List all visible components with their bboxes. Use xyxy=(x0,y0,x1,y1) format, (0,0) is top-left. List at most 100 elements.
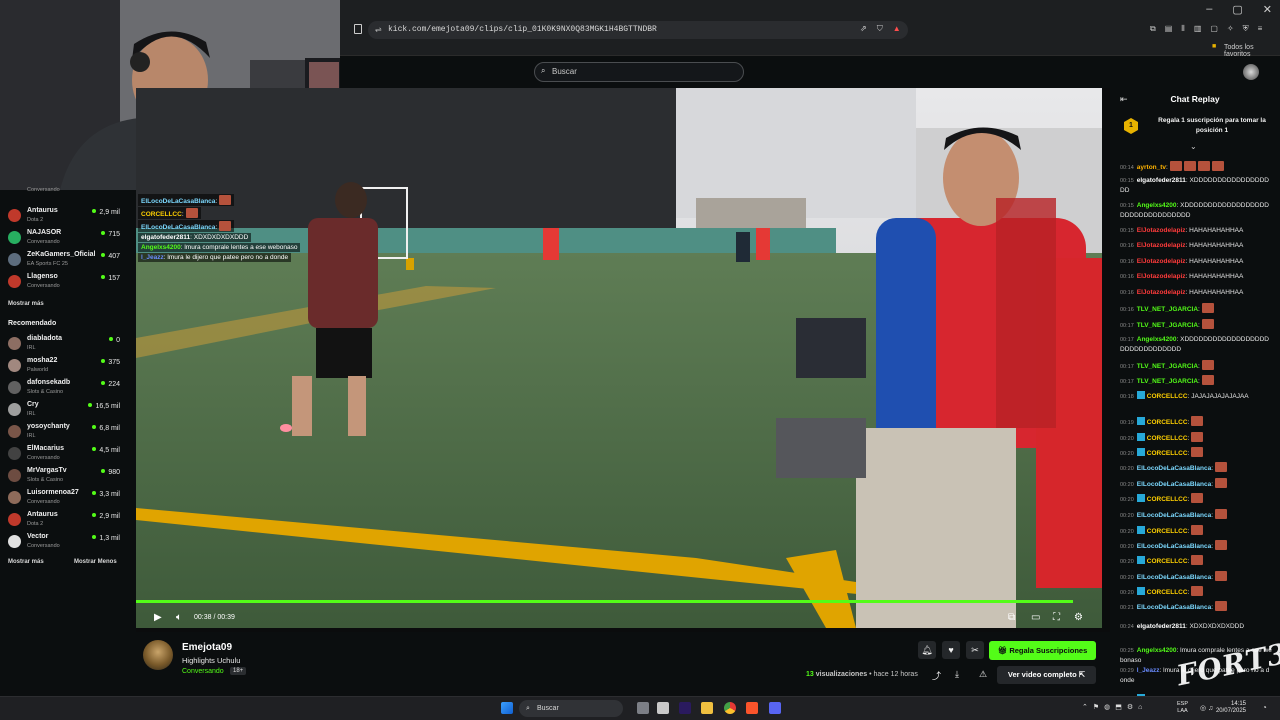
clock[interactable]: 14:15 20/07/2025 xyxy=(1216,701,1246,715)
notification-bell-icon[interactable]: 🔔︎ xyxy=(918,641,936,659)
video-player[interactable] xyxy=(136,88,1102,628)
pip-icon[interactable]: ⧉ xyxy=(1008,612,1015,623)
share-icon[interactable]: ⤴ xyxy=(932,669,941,682)
discord-icon[interactable] xyxy=(769,702,781,714)
chat-username[interactable]: ayrton_tv xyxy=(1137,164,1166,171)
chat-username[interactable]: ElLocoDeLaCasaBlanca xyxy=(1137,604,1211,611)
chat-username[interactable]: elgatofeder2811 xyxy=(1137,623,1186,630)
chat-username[interactable]: ElJotazodelapiz xyxy=(1137,258,1186,265)
sidebar-item-elmacarius[interactable]: ElMacarius Conversando 4,5 mil xyxy=(8,444,120,464)
extension-alert-icon[interactable]: ▲ xyxy=(893,24,901,34)
sidebar-item-partial[interactable]: Conversando xyxy=(8,182,120,202)
chat-username[interactable]: ElJotazodelapiz xyxy=(1137,227,1186,234)
chat-username[interactable]: CORCELLCC xyxy=(1147,450,1188,457)
leo-icon[interactable]: ✧ xyxy=(1227,24,1234,34)
pinned-gift-banner[interactable]: 1 Regala 1 suscripción para tomar la pos… xyxy=(1116,112,1274,144)
minimize-button[interactable]: – xyxy=(1206,3,1212,16)
chat-username[interactable]: ElLocoDeLaCasaBlanca xyxy=(1137,512,1211,519)
theater-icon[interactable]: ▭ xyxy=(1031,612,1040,623)
chat-username[interactable]: l_Jeazz xyxy=(1137,667,1160,674)
chat-username[interactable]: ElJotazodelapiz xyxy=(1137,273,1186,280)
premiere-icon[interactable] xyxy=(679,702,691,714)
fullscreen-icon[interactable]: ⛶ xyxy=(1053,612,1060,623)
chat-username[interactable]: CORCELLCC xyxy=(1147,496,1188,503)
sidebar-item-cry[interactable]: Cry IRL 16,5 mil xyxy=(8,400,120,420)
sidebar-item-mosha22[interactable]: mosha22 Palworld 375 xyxy=(8,356,120,376)
file-explorer-icon[interactable] xyxy=(701,702,713,714)
sidebar-item-zekagamers[interactable]: ZeKaGamers_Oficial EA Sports FC 25 407 xyxy=(8,250,120,270)
share-icon[interactable]: ⇗ xyxy=(860,24,867,34)
sidebar-item-mrvargastv[interactable]: MrVargasTv Slots & Casino 980 xyxy=(8,466,120,486)
chat-username[interactable]: CORCELLCC xyxy=(1147,589,1188,596)
show-more-link-2[interactable]: Mostrar más xyxy=(8,559,44,565)
chat-username[interactable]: ElLocoDeLaCasaBlanca xyxy=(1137,465,1211,472)
chat-username[interactable]: TLV_NET_JGARCIA xyxy=(1137,363,1198,370)
vpn-icon[interactable]: ⛨ xyxy=(1243,24,1249,34)
language-indicator[interactable]: ESP LAA xyxy=(1177,701,1188,715)
avatar[interactable] xyxy=(143,640,173,670)
chat-username[interactable]: ElLocoDeLaCasaBlanca xyxy=(1137,481,1211,488)
brave-icon[interactable] xyxy=(746,702,758,714)
sidebar-item-antaurus[interactable]: Antaurus Dota 2 2,9 mil xyxy=(8,206,120,226)
show-more-link[interactable]: Mostrar más xyxy=(8,301,44,307)
sidebar-item-vector[interactable]: Vector Conversando 1,3 mil xyxy=(8,532,120,552)
task-view-icon[interactable] xyxy=(637,702,649,714)
chat-username[interactable]: Angelxs4200 xyxy=(1137,202,1177,209)
chat-username[interactable]: TLV_NET_JGARCIA xyxy=(1137,306,1198,313)
play-icon[interactable]: ▶ xyxy=(154,612,162,623)
chat-username[interactable]: Angelxs4200 xyxy=(1137,336,1177,343)
shield-icon[interactable]: ⛉ xyxy=(877,24,883,34)
chat-username[interactable]: ElLocoDeLaCasaBlanca xyxy=(1137,574,1211,581)
download-icon[interactable]: ⤓ xyxy=(955,669,959,680)
volume-icon[interactable]: 🔈︎ xyxy=(176,612,182,623)
chat-username[interactable]: Angelxs4200 xyxy=(1137,647,1177,654)
start-icon[interactable] xyxy=(501,702,513,714)
chat-username[interactable]: TLV_NET_JGARCIA xyxy=(1137,322,1198,329)
chat-username[interactable]: ElJotazodelapiz xyxy=(1137,242,1186,249)
chat-username[interactable]: elgatofeder2811 xyxy=(1137,177,1186,184)
notifications-icon[interactable]: ◔ xyxy=(1262,703,1267,712)
sidebar-item-luisormenoa27[interactable]: Luisormenoa27 Conversando 3,3 mil xyxy=(8,488,120,508)
url-bar[interactable]: kick.com/emejota09/clips/clip_01K0K9NX0Q… xyxy=(368,21,908,39)
bookmarks-icon[interactable]: ⦀ xyxy=(1181,24,1185,34)
video-progress-bar[interactable] xyxy=(136,600,1074,603)
chat-username[interactable]: CORCELLCC xyxy=(1147,558,1188,565)
taskbar-search-input[interactable]: Buscar xyxy=(519,700,623,717)
clip-icon[interactable]: ✂ xyxy=(966,641,984,659)
stream-category[interactable]: Conversando xyxy=(182,668,224,675)
widgets-icon[interactable] xyxy=(657,702,669,714)
chat-username[interactable]: CORCELLCC xyxy=(1147,393,1188,400)
streamer-name[interactable]: Emejota09 xyxy=(182,642,232,653)
chevron-down-icon[interactable]: ⌄ xyxy=(1190,142,1197,151)
tray-icons[interactable]: ⌃⚑◍⬒⚙⌂ xyxy=(1082,703,1147,711)
settings-icon[interactable]: ⚙ xyxy=(1074,612,1083,623)
wallet-icon[interactable]: ▢ xyxy=(1210,24,1218,34)
chat-username[interactable]: CORCELLCC xyxy=(1147,435,1188,442)
sidebar-item-diabladota[interactable]: diabladota IRL 0 xyxy=(8,334,120,354)
chat-username[interactable]: ElJotazodelapiz xyxy=(1137,289,1186,296)
sidebar-item-yosoychanty[interactable]: yosoychanty IRL 6,8 mil xyxy=(8,422,120,442)
show-less-link[interactable]: Mostrar Menos xyxy=(74,559,117,565)
gift-subscriptions-button[interactable]: 🎁︎ Regala Suscripciones xyxy=(989,641,1096,660)
report-icon[interactable]: ⚠ xyxy=(979,669,987,680)
sidebar-item-antaurus-2[interactable]: Antaurus Dota 2 2,9 mil xyxy=(8,510,120,530)
network-icon[interactable]: ◎ ♫ xyxy=(1200,704,1213,712)
search-input[interactable]: Buscar xyxy=(534,62,744,82)
sidebar-item-dafonsekadb[interactable]: dafonsekadb Slots & Casino 224 xyxy=(8,378,120,398)
sidebar-item-najasor[interactable]: NAJASOR Conversando 715 xyxy=(8,228,120,248)
extensions-icon[interactable]: ⧉ xyxy=(1150,24,1156,34)
chat-username[interactable]: TLV_NET_JGARCIA xyxy=(1137,378,1198,385)
full-video-button[interactable]: Ver video completo ⇱ xyxy=(997,666,1096,684)
user-avatar[interactable] xyxy=(1243,64,1259,80)
reader-icon[interactable]: ▤ xyxy=(1165,24,1173,34)
chrome-icon[interactable] xyxy=(724,702,736,714)
chat-username[interactable]: ElLocoDeLaCasaBlanca xyxy=(1137,543,1211,550)
menu-icon[interactable]: ≡ xyxy=(1258,24,1263,34)
sidebar-icon[interactable]: ▥ xyxy=(1194,24,1202,34)
chat-username[interactable]: CORCELLCC xyxy=(1147,419,1188,426)
chat-username[interactable]: CORCELLCC xyxy=(1147,528,1188,535)
site-info-icon[interactable]: ⇌ xyxy=(375,25,382,34)
bookmark-page-icon[interactable] xyxy=(354,24,362,34)
close-button[interactable]: ✕ xyxy=(1263,3,1272,16)
sidebar-item-llagenso[interactable]: Llagenso Conversando 157 xyxy=(8,272,120,292)
